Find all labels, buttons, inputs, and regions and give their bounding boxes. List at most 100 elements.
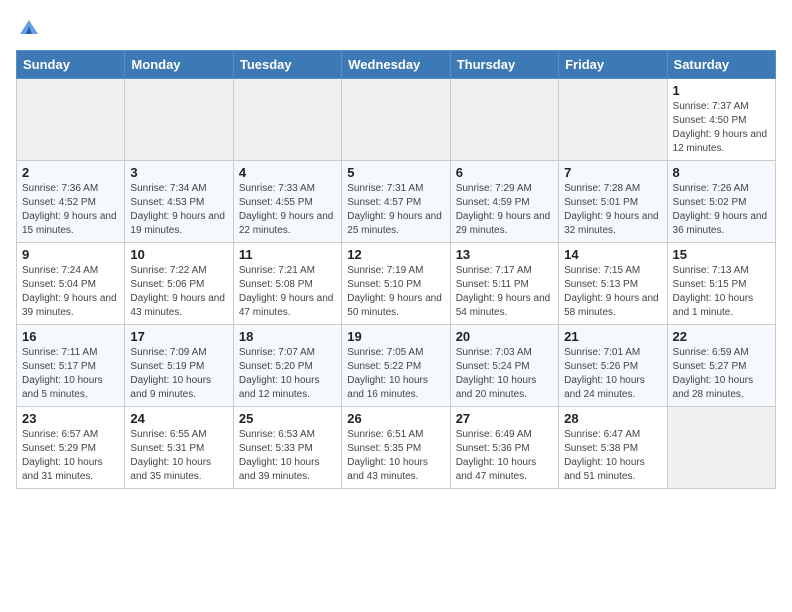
- day-info: Sunrise: 6:51 AM Sunset: 5:35 PM Dayligh…: [347, 428, 444, 484]
- calendar-cell: 8Sunrise: 7:26 AM Sunset: 5:02 PM Daylig…: [667, 161, 775, 243]
- calendar-cell: 14 Sunrise: 7:15 AM Sunset: 5:13 PM Dayli…: [559, 243, 667, 325]
- day-info: Sunrise: 7:19 AM Sunset: 5:10 PM Dayligh…: [347, 264, 444, 320]
- day-info: Sunrise: 7:37 AM Sunset: 4:50 PM Dayligh…: [673, 100, 770, 156]
- day-number: 8: [673, 165, 770, 180]
- calendar-cell: 27 Sunrise: 6:49 AM Sunset: 5:36 PM Dayli…: [450, 407, 558, 489]
- page-header: [16, 16, 776, 38]
- day-number: 3: [130, 165, 227, 180]
- day-number: 9: [22, 247, 119, 262]
- day-info: Sunrise: 7:17 AM Sunset: 5:11 PM Dayligh…: [456, 264, 553, 320]
- calendar-cell: 17 Sunrise: 7:09 AM Sunset: 5:19 PM Dayli…: [125, 325, 233, 407]
- day-number: 18: [239, 329, 336, 344]
- calendar-cell: 22 Sunrise: 6:59 AM Sunset: 5:27 PM Dayli…: [667, 325, 775, 407]
- day-info: Sunrise: 7:09 AM Sunset: 5:19 PM Dayligh…: [130, 346, 227, 402]
- day-number: 15: [673, 247, 770, 262]
- calendar-cell: 19 Sunrise: 7:05 AM Sunset: 5:22 PM Dayli…: [342, 325, 450, 407]
- day-info: Sunrise: 7:13 AM Sunset: 5:15 PM Dayligh…: [673, 264, 770, 320]
- day-info: Sunrise: 7:24 AM Sunset: 5:04 PM Dayligh…: [22, 264, 119, 320]
- day-number: 13: [456, 247, 553, 262]
- calendar-cell: 20 Sunrise: 7:03 AM Sunset: 5:24 PM Dayli…: [450, 325, 558, 407]
- calendar-cell: 25 Sunrise: 6:53 AM Sunset: 5:33 PM Dayli…: [233, 407, 341, 489]
- day-info: Sunrise: 7:01 AM Sunset: 5:26 PM Dayligh…: [564, 346, 661, 402]
- day-number: 22: [673, 329, 770, 344]
- day-number: 25: [239, 411, 336, 426]
- day-info: Sunrise: 6:53 AM Sunset: 5:33 PM Dayligh…: [239, 428, 336, 484]
- weekday-header-sunday: Sunday: [17, 51, 125, 79]
- day-info: Sunrise: 7:05 AM Sunset: 5:22 PM Dayligh…: [347, 346, 444, 402]
- calendar-week-3: 9 Sunrise: 7:24 AM Sunset: 5:04 PM Daylig…: [17, 243, 776, 325]
- calendar-week-4: 16 Sunrise: 7:11 AM Sunset: 5:17 PM Dayli…: [17, 325, 776, 407]
- calendar-cell: 18 Sunrise: 7:07 AM Sunset: 5:20 PM Dayli…: [233, 325, 341, 407]
- day-number: 1: [673, 83, 770, 98]
- day-info: Sunrise: 7:36 AM Sunset: 4:52 PM Dayligh…: [22, 182, 119, 238]
- calendar-header-row: SundayMondayTuesdayWednesdayThursdayFrid…: [17, 51, 776, 79]
- weekday-header-monday: Monday: [125, 51, 233, 79]
- calendar-week-2: 2 Sunrise: 7:36 AM Sunset: 4:52 PM Daylig…: [17, 161, 776, 243]
- day-number: 26: [347, 411, 444, 426]
- calendar-cell: 26 Sunrise: 6:51 AM Sunset: 5:35 PM Dayli…: [342, 407, 450, 489]
- calendar-cell: 16 Sunrise: 7:11 AM Sunset: 5:17 PM Dayli…: [17, 325, 125, 407]
- day-info: Sunrise: 7:31 AM Sunset: 4:57 PM Dayligh…: [347, 182, 444, 238]
- day-info: Sunrise: 7:28 AM Sunset: 5:01 PM Dayligh…: [564, 182, 661, 238]
- logo: [16, 16, 40, 38]
- day-number: 2: [22, 165, 119, 180]
- day-number: 19: [347, 329, 444, 344]
- logo-icon: [18, 16, 40, 38]
- day-number: 17: [130, 329, 227, 344]
- calendar-cell: 1 Sunrise: 7:37 AM Sunset: 4:50 PM Daylig…: [667, 79, 775, 161]
- day-number: 14: [564, 247, 661, 262]
- day-number: 5: [347, 165, 444, 180]
- day-info: Sunrise: 7:03 AM Sunset: 5:24 PM Dayligh…: [456, 346, 553, 402]
- weekday-header-wednesday: Wednesday: [342, 51, 450, 79]
- calendar-cell: 28 Sunrise: 6:47 AM Sunset: 5:38 PM Dayli…: [559, 407, 667, 489]
- calendar-cell: 12 Sunrise: 7:19 AM Sunset: 5:10 PM Dayli…: [342, 243, 450, 325]
- weekday-header-tuesday: Tuesday: [233, 51, 341, 79]
- day-info: Sunrise: 6:49 AM Sunset: 5:36 PM Dayligh…: [456, 428, 553, 484]
- calendar-cell: [559, 79, 667, 161]
- calendar-cell: 9 Sunrise: 7:24 AM Sunset: 5:04 PM Daylig…: [17, 243, 125, 325]
- weekday-header-saturday: Saturday: [667, 51, 775, 79]
- calendar-cell: 5 Sunrise: 7:31 AM Sunset: 4:57 PM Daylig…: [342, 161, 450, 243]
- day-info: Sunrise: 7:11 AM Sunset: 5:17 PM Dayligh…: [22, 346, 119, 402]
- day-number: 24: [130, 411, 227, 426]
- day-number: 12: [347, 247, 444, 262]
- calendar-cell: [233, 79, 341, 161]
- day-number: 10: [130, 247, 227, 262]
- day-number: 7: [564, 165, 661, 180]
- day-info: Sunrise: 7:21 AM Sunset: 5:08 PM Dayligh…: [239, 264, 336, 320]
- day-info: Sunrise: 7:29 AM Sunset: 4:59 PM Dayligh…: [456, 182, 553, 238]
- day-number: 28: [564, 411, 661, 426]
- day-number: 6: [456, 165, 553, 180]
- day-info: Sunrise: 7:07 AM Sunset: 5:20 PM Dayligh…: [239, 346, 336, 402]
- calendar-cell: [667, 407, 775, 489]
- calendar-cell: 2 Sunrise: 7:36 AM Sunset: 4:52 PM Daylig…: [17, 161, 125, 243]
- calendar-cell: 21Sunrise: 7:01 AM Sunset: 5:26 PM Dayli…: [559, 325, 667, 407]
- day-info: Sunrise: 6:55 AM Sunset: 5:31 PM Dayligh…: [130, 428, 227, 484]
- day-info: Sunrise: 6:47 AM Sunset: 5:38 PM Dayligh…: [564, 428, 661, 484]
- day-info: Sunrise: 7:33 AM Sunset: 4:55 PM Dayligh…: [239, 182, 336, 238]
- day-number: 20: [456, 329, 553, 344]
- day-info: Sunrise: 7:34 AM Sunset: 4:53 PM Dayligh…: [130, 182, 227, 238]
- calendar-cell: [342, 79, 450, 161]
- calendar-cell: 15 Sunrise: 7:13 AM Sunset: 5:15 PM Dayli…: [667, 243, 775, 325]
- day-number: 4: [239, 165, 336, 180]
- calendar-cell: 24 Sunrise: 6:55 AM Sunset: 5:31 PM Dayli…: [125, 407, 233, 489]
- calendar-cell: 3 Sunrise: 7:34 AM Sunset: 4:53 PM Daylig…: [125, 161, 233, 243]
- calendar-cell: [125, 79, 233, 161]
- weekday-header-friday: Friday: [559, 51, 667, 79]
- day-number: 11: [239, 247, 336, 262]
- calendar-week-5: 23Sunrise: 6:57 AM Sunset: 5:29 PM Dayli…: [17, 407, 776, 489]
- day-number: 27: [456, 411, 553, 426]
- weekday-header-thursday: Thursday: [450, 51, 558, 79]
- day-info: Sunrise: 6:59 AM Sunset: 5:27 PM Dayligh…: [673, 346, 770, 402]
- calendar-cell: 10 Sunrise: 7:22 AM Sunset: 5:06 PM Dayli…: [125, 243, 233, 325]
- day-info: Sunrise: 7:22 AM Sunset: 5:06 PM Dayligh…: [130, 264, 227, 320]
- calendar-cell: 6 Sunrise: 7:29 AM Sunset: 4:59 PM Daylig…: [450, 161, 558, 243]
- calendar-week-1: 1 Sunrise: 7:37 AM Sunset: 4:50 PM Daylig…: [17, 79, 776, 161]
- day-number: 16: [22, 329, 119, 344]
- calendar-cell: 7 Sunrise: 7:28 AM Sunset: 5:01 PM Daylig…: [559, 161, 667, 243]
- calendar-table: SundayMondayTuesdayWednesdayThursdayFrid…: [16, 50, 776, 489]
- calendar-cell: 4 Sunrise: 7:33 AM Sunset: 4:55 PM Daylig…: [233, 161, 341, 243]
- day-info: Sunrise: 6:57 AM Sunset: 5:29 PM Dayligh…: [22, 428, 119, 484]
- day-info: Sunrise: 7:15 AM Sunset: 5:13 PM Dayligh…: [564, 264, 661, 320]
